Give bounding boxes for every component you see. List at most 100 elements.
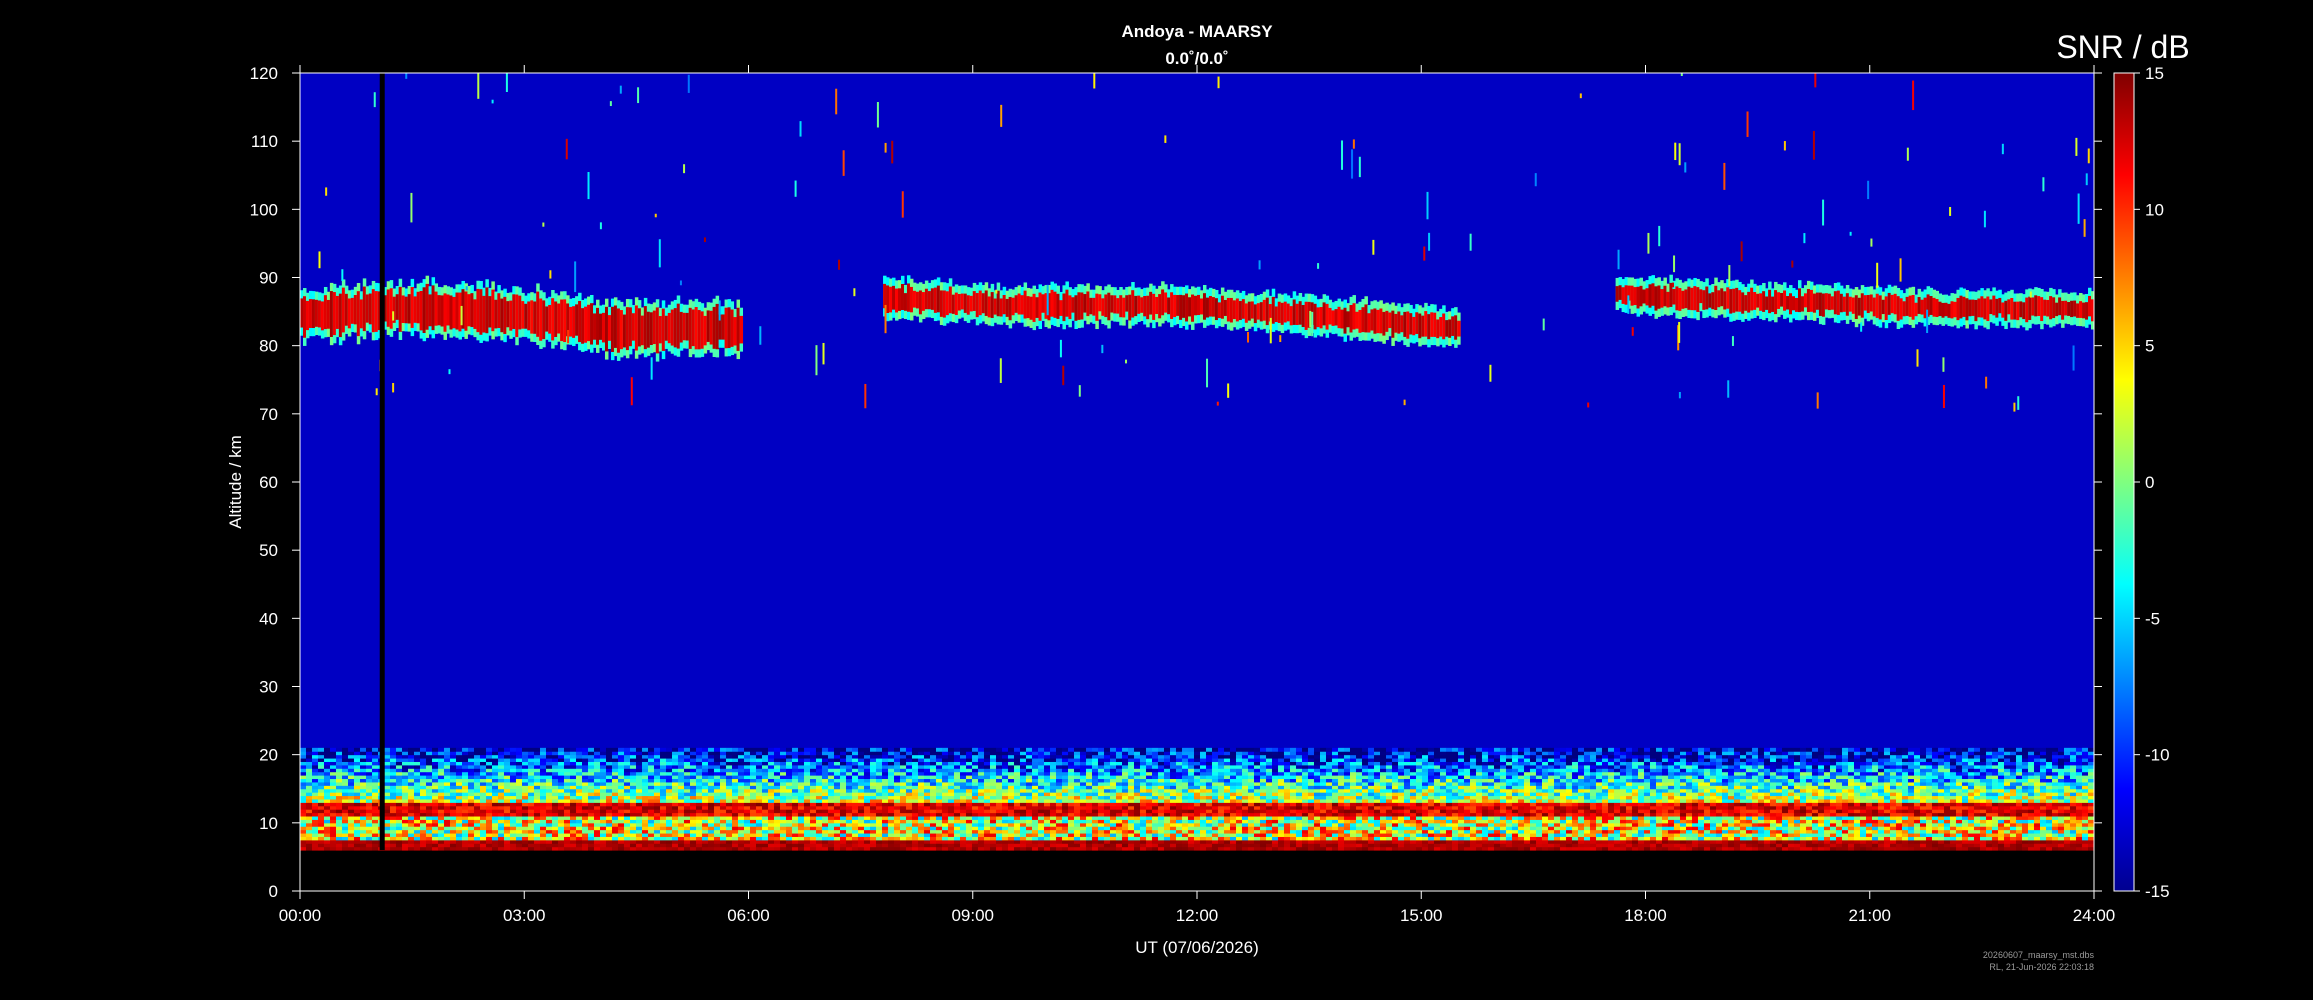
tropo-cell <box>1542 812 1548 817</box>
tropo-cell <box>948 798 954 803</box>
tropo-cell <box>1860 816 1866 820</box>
tropo-cell <box>966 829 972 834</box>
tropo-cell <box>1056 826 1062 831</box>
tropo-cell <box>942 798 948 803</box>
tropo-cell <box>1758 839 1764 844</box>
tropo-cell <box>450 819 456 824</box>
tropo-cell <box>1542 822 1548 827</box>
tropo-cell <box>1902 812 1908 817</box>
tropo-cell <box>1452 846 1458 851</box>
tropo-cell <box>2046 816 2052 820</box>
tropo-cell <box>1968 798 1974 803</box>
tropo-cell <box>552 802 558 807</box>
tropo-cell <box>648 812 654 817</box>
tropo-cell <box>324 792 330 797</box>
tropo-cell <box>1716 795 1722 800</box>
tropo-cell <box>2040 805 2046 810</box>
tropo-cell <box>1104 819 1110 824</box>
tropo-cell <box>1746 805 1752 810</box>
tropo-cell <box>1590 795 1596 800</box>
tropo-cell <box>2070 826 2076 831</box>
tropo-cell <box>648 839 654 844</box>
tropo-cell <box>2022 795 2028 800</box>
tropo-cell <box>1548 809 1554 814</box>
tropo-cell <box>1248 826 1254 831</box>
tropo-cell <box>1662 829 1668 834</box>
tropo-cell <box>720 805 726 810</box>
tropo-cell <box>366 829 372 834</box>
tropo-cell <box>684 802 690 807</box>
tropo-cell <box>624 802 630 807</box>
tropo-cell <box>1008 805 1014 810</box>
tropo-cell <box>1878 846 1884 851</box>
tropo-cell <box>744 829 750 834</box>
tropo-cell <box>1212 805 1218 810</box>
tropo-cell <box>750 812 756 817</box>
tropo-cell <box>1710 833 1716 837</box>
tropo-cell <box>966 802 972 807</box>
tropo-cell <box>1572 833 1578 837</box>
tropo-cell <box>1662 836 1668 841</box>
tropo-cell <box>1212 792 1218 797</box>
tropo-cell <box>870 819 876 824</box>
tropo-cell <box>690 833 696 837</box>
tropo-cell <box>702 805 708 810</box>
tropo-cell <box>1536 795 1542 800</box>
tropo-cell <box>450 792 456 797</box>
tropo-cell <box>882 802 888 807</box>
tropo-cell <box>1554 802 1560 807</box>
tropo-cell <box>1398 836 1404 841</box>
tropo-cell <box>744 846 750 851</box>
tropo-cell <box>354 826 360 831</box>
tropo-cell <box>1236 846 1242 851</box>
tropo-cell <box>1302 822 1308 827</box>
tropo-cell <box>432 846 438 851</box>
tropo-cell <box>852 843 858 848</box>
tropo-cell <box>390 802 396 807</box>
tropo-cell <box>756 826 762 831</box>
tropo-cell <box>864 798 870 803</box>
tropo-cell <box>1026 809 1032 814</box>
tropo-cell <box>1032 798 1038 803</box>
tropo-cell <box>348 812 354 817</box>
tropo-cell <box>1032 846 1038 851</box>
tropo-cell <box>1518 829 1524 834</box>
tropo-cell <box>1092 809 1098 814</box>
tropo-cell <box>1140 822 1146 827</box>
tropo-cell <box>1236 829 1242 834</box>
tropo-cell <box>1278 833 1284 837</box>
tropo-cell <box>1974 822 1980 827</box>
tropo-cell <box>1272 798 1278 803</box>
tropo-cell <box>780 819 786 824</box>
tropo-cell <box>972 795 978 800</box>
tropo-cell <box>1962 846 1968 851</box>
tropo-cell <box>1032 809 1038 814</box>
tropo-cell <box>702 843 708 848</box>
tropo-cell <box>1926 822 1932 827</box>
tropo-cell <box>798 839 804 844</box>
tropo-cell <box>906 843 912 848</box>
tropo-cell <box>1074 809 1080 814</box>
tropo-cell <box>1356 809 1362 814</box>
tropo-cell <box>354 792 360 797</box>
tropo-cell <box>360 798 366 803</box>
tropo-cell <box>1566 816 1572 820</box>
tropo-cell <box>330 843 336 848</box>
tropo-cell <box>1764 822 1770 827</box>
tropo-cell <box>900 812 906 817</box>
tropo-cell <box>2010 819 2016 824</box>
tropo-cell <box>1710 819 1716 824</box>
tropo-cell <box>396 819 402 824</box>
tropo-cell <box>1524 816 1530 820</box>
tropo-cell <box>1548 819 1554 824</box>
tropo-cell <box>348 802 354 807</box>
tropo-cell <box>1422 816 1428 820</box>
tropo-cell <box>1716 809 1722 814</box>
tropo-cell <box>1392 795 1398 800</box>
tropo-cell <box>1896 826 1902 831</box>
tropo-cell <box>564 802 570 807</box>
tropo-cell <box>660 826 666 831</box>
tropo-cell <box>1914 822 1920 827</box>
tropo-cell <box>1332 792 1338 797</box>
tropo-cell <box>2016 839 2022 844</box>
